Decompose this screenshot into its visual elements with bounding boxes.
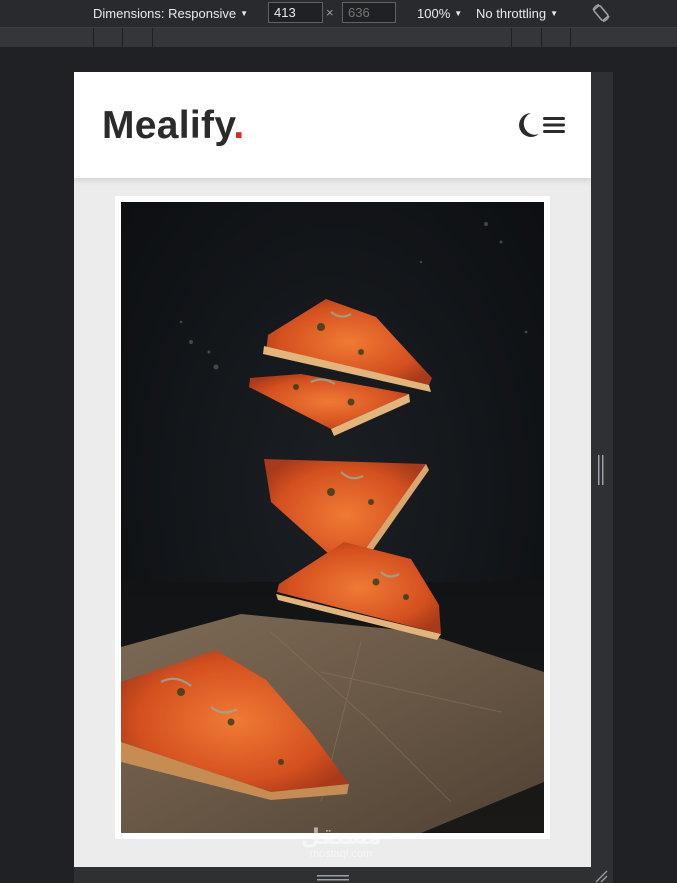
zoom-dropdown[interactable]: 100% ▼: [417, 0, 462, 27]
site-header: Mealify.: [74, 72, 591, 178]
chevron-down-icon: ▼: [240, 9, 248, 18]
devtools-device-toolbar: Dimensions: Responsive ▼ × 100% ▼ No thr…: [0, 0, 677, 28]
device-viewport: Mealify.: [74, 72, 591, 867]
chevron-down-icon: ▼: [550, 9, 559, 18]
rotate-icon[interactable]: [590, 2, 612, 24]
zoom-label: 100%: [417, 6, 451, 21]
pizza-photo: [121, 202, 544, 833]
header-actions: [516, 112, 566, 138]
hamburger-menu-icon[interactable]: [542, 113, 566, 137]
resize-handle-right-icon[interactable]: [597, 455, 605, 485]
hero-image-card: [115, 196, 550, 839]
site-logo[interactable]: Mealify.: [102, 102, 245, 150]
logo-text: Mealify: [102, 104, 234, 147]
dimensions-label: Dimensions: Responsive: [93, 6, 237, 21]
throttling-dropdown[interactable]: No throttling ▼: [476, 0, 558, 27]
watermark: مستقل mostaql.com: [296, 826, 386, 860]
throttling-label: No throttling: [476, 6, 547, 21]
width-input[interactable]: [268, 2, 323, 23]
logo-dot: .: [233, 104, 245, 147]
dimensions-dropdown[interactable]: Dimensions: Responsive ▼: [93, 0, 248, 27]
media-query-ruler[interactable]: [0, 28, 677, 47]
watermark-main: مستقل: [300, 824, 382, 849]
chevron-down-icon: ▼: [454, 9, 463, 18]
height-input[interactable]: [342, 2, 396, 23]
moon-icon[interactable]: [516, 112, 540, 138]
resize-handle-bottom-icon[interactable]: [317, 873, 349, 883]
watermark-sub: mostaql.com: [309, 848, 373, 860]
resize-corner-icon[interactable]: [594, 869, 608, 883]
times-separator: ×: [326, 5, 334, 20]
